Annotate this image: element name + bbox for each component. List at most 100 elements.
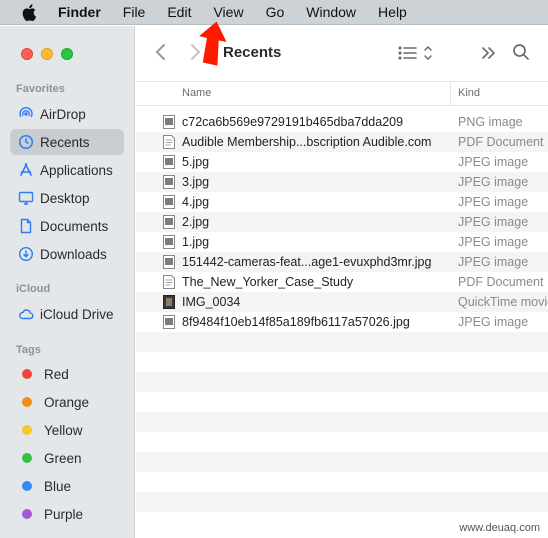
file-list: c72ca6b569e9729191b465dba7dda209 PNG imag…: [136, 112, 548, 532]
sidebar-item-label: AirDrop: [40, 106, 86, 122]
sidebar-tag-purple[interactable]: Purple: [10, 501, 124, 527]
chevron-double-right-icon[interactable]: [480, 45, 498, 64]
image-file-icon: [163, 115, 175, 129]
image-file-icon: [163, 155, 175, 169]
file-name: 4.jpg: [182, 195, 210, 209]
file-name: IMG_0034: [182, 295, 241, 309]
sidebar-tag-blue[interactable]: Blue: [10, 473, 124, 499]
empty-row: [136, 392, 548, 412]
sidebar-item-label: Documents: [40, 218, 109, 234]
sidebar-tag-green[interactable]: Green: [10, 445, 124, 471]
yellow-tag-dot: [22, 425, 32, 435]
image-file-icon: [163, 215, 175, 229]
menu-view[interactable]: View: [213, 4, 243, 20]
file-kind: JPEG image: [458, 235, 529, 249]
sidebar-item-airdrop[interactable]: AirDrop: [10, 101, 124, 127]
menu-finder[interactable]: Finder: [58, 4, 101, 20]
sidebar-item-label: Purple: [44, 506, 84, 522]
menu-go[interactable]: Go: [266, 4, 285, 20]
file-kind: JPEG image: [458, 215, 529, 229]
applications-icon: [18, 162, 34, 178]
file-row[interactable]: 3.jpg JPEG image: [136, 172, 548, 192]
file-row[interactable]: c72ca6b569e9729191b465dba7dda209 PNG imag…: [136, 112, 548, 132]
sidebar-tag-yellow[interactable]: Yellow: [10, 417, 124, 443]
file-row[interactable]: Audible Membership...bscription Audible.…: [136, 132, 548, 152]
image-file-icon: [163, 255, 175, 269]
movie-file-icon: [163, 295, 175, 309]
sidebar-item-downloads[interactable]: Downloads: [10, 241, 124, 267]
sidebar-item-label: Yellow: [44, 422, 83, 438]
icloud-heading: iCloud: [16, 283, 51, 295]
window-title: Recents: [223, 44, 282, 61]
sidebar: Favorites AirDrop Recents Applications D…: [0, 26, 135, 538]
sidebar-item-label: Recents: [40, 134, 90, 150]
apple-icon[interactable]: [20, 3, 38, 21]
list-view-icon[interactable]: [398, 44, 434, 65]
file-row[interactable]: 5.jpg JPEG image: [136, 152, 548, 172]
column-kind-header[interactable]: Kind: [458, 87, 480, 99]
sidebar-item-label: Red: [44, 366, 69, 382]
file-name: 2.jpg: [182, 215, 210, 229]
sidebar-item-applications[interactable]: Applications: [10, 157, 124, 183]
column-header: Name Kind: [136, 82, 548, 106]
close-button[interactable]: [21, 48, 33, 60]
pdf-file-icon: [163, 275, 175, 289]
file-row[interactable]: 151442-cameras-feat...age1-evuxphd3mr.jp…: [136, 252, 548, 272]
sidebar-item-label: Green: [44, 450, 82, 466]
back-button[interactable]: [154, 42, 168, 65]
tags-heading: Tags: [16, 344, 41, 356]
empty-row: [136, 352, 548, 372]
column-divider[interactable]: [450, 82, 451, 106]
empty-row: [136, 452, 548, 472]
sidebar-item-documents[interactable]: Documents: [10, 213, 124, 239]
minimize-button[interactable]: [41, 48, 53, 60]
file-kind: PDF Document: [458, 135, 544, 149]
menu-edit[interactable]: Edit: [167, 4, 191, 20]
sidebar-item-label: Orange: [44, 394, 90, 410]
file-name: Audible Membership...bscription Audible.…: [182, 135, 432, 149]
menu-file[interactable]: File: [123, 4, 146, 20]
file-kind: JPEG image: [458, 175, 529, 189]
file-row[interactable]: 1.jpg JPEG image: [136, 232, 548, 252]
file-kind: JPEG image: [458, 255, 529, 269]
clock-icon: [18, 134, 34, 150]
sidebar-tag-red[interactable]: Red: [10, 361, 124, 387]
image-file-icon: [163, 175, 175, 189]
file-kind: JPEG image: [458, 195, 529, 209]
file-name: 151442-cameras-feat...age1-evuxphd3mr.jp…: [182, 255, 432, 269]
red-tag-dot: [22, 369, 32, 379]
menu-help[interactable]: Help: [378, 4, 407, 20]
green-tag-dot: [22, 453, 32, 463]
watermark: www.deuaq.com: [459, 522, 540, 534]
empty-row: [136, 412, 548, 432]
file-row[interactable]: 8f9484f10eb14f85a189fb6117a57026.jpg JPEG…: [136, 312, 548, 332]
file-row[interactable]: IMG_0034 QuickTime movie: [136, 292, 548, 312]
purple-tag-dot: [22, 509, 32, 519]
blue-tag-dot: [22, 481, 32, 491]
file-row[interactable]: The_New_Yorker_Case_Study PDF Document: [136, 272, 548, 292]
desktop-icon: [18, 190, 34, 206]
sidebar-item-label: Applications: [40, 162, 113, 178]
sidebar-item-label: Downloads: [40, 246, 107, 262]
image-file-icon: [163, 195, 175, 209]
empty-row: [136, 432, 548, 452]
sidebar-item-icloud-drive[interactable]: iCloud Drive: [10, 301, 124, 327]
menu-bar: Finder File Edit View Go Window Help: [0, 0, 548, 25]
menu-window[interactable]: Window: [306, 4, 356, 20]
favorites-heading: Favorites: [16, 83, 65, 95]
zoom-button[interactable]: [61, 48, 73, 60]
sidebar-item-label: Desktop: [40, 190, 90, 206]
airdrop-icon: [18, 106, 34, 122]
file-row[interactable]: 4.jpg JPEG image: [136, 192, 548, 212]
empty-row: [136, 492, 548, 512]
sidebar-item-recents[interactable]: Recents: [10, 129, 124, 155]
sidebar-item-label: Blue: [44, 478, 72, 494]
file-row[interactable]: 2.jpg JPEG image: [136, 212, 548, 232]
file-name: 3.jpg: [182, 175, 210, 189]
search-icon[interactable]: [512, 43, 530, 64]
sidebar-tag-orange[interactable]: Orange: [10, 389, 124, 415]
sidebar-item-desktop[interactable]: Desktop: [10, 185, 124, 211]
pdf-file-icon: [163, 135, 175, 149]
file-kind: JPEG image: [458, 155, 529, 169]
column-name-header[interactable]: Name: [182, 87, 211, 99]
